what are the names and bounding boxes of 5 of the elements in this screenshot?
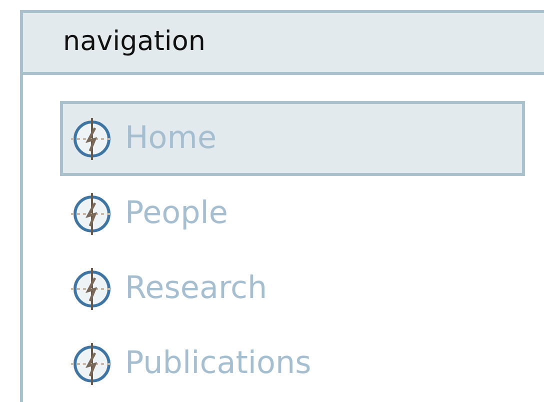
nav-item[interactable]: Home [60,101,525,176]
nav-item[interactable]: Research [60,251,525,326]
nav-item[interactable]: Publications [60,326,525,401]
nav-item[interactable]: People [60,176,525,251]
panel-title: navigation [63,25,206,60]
